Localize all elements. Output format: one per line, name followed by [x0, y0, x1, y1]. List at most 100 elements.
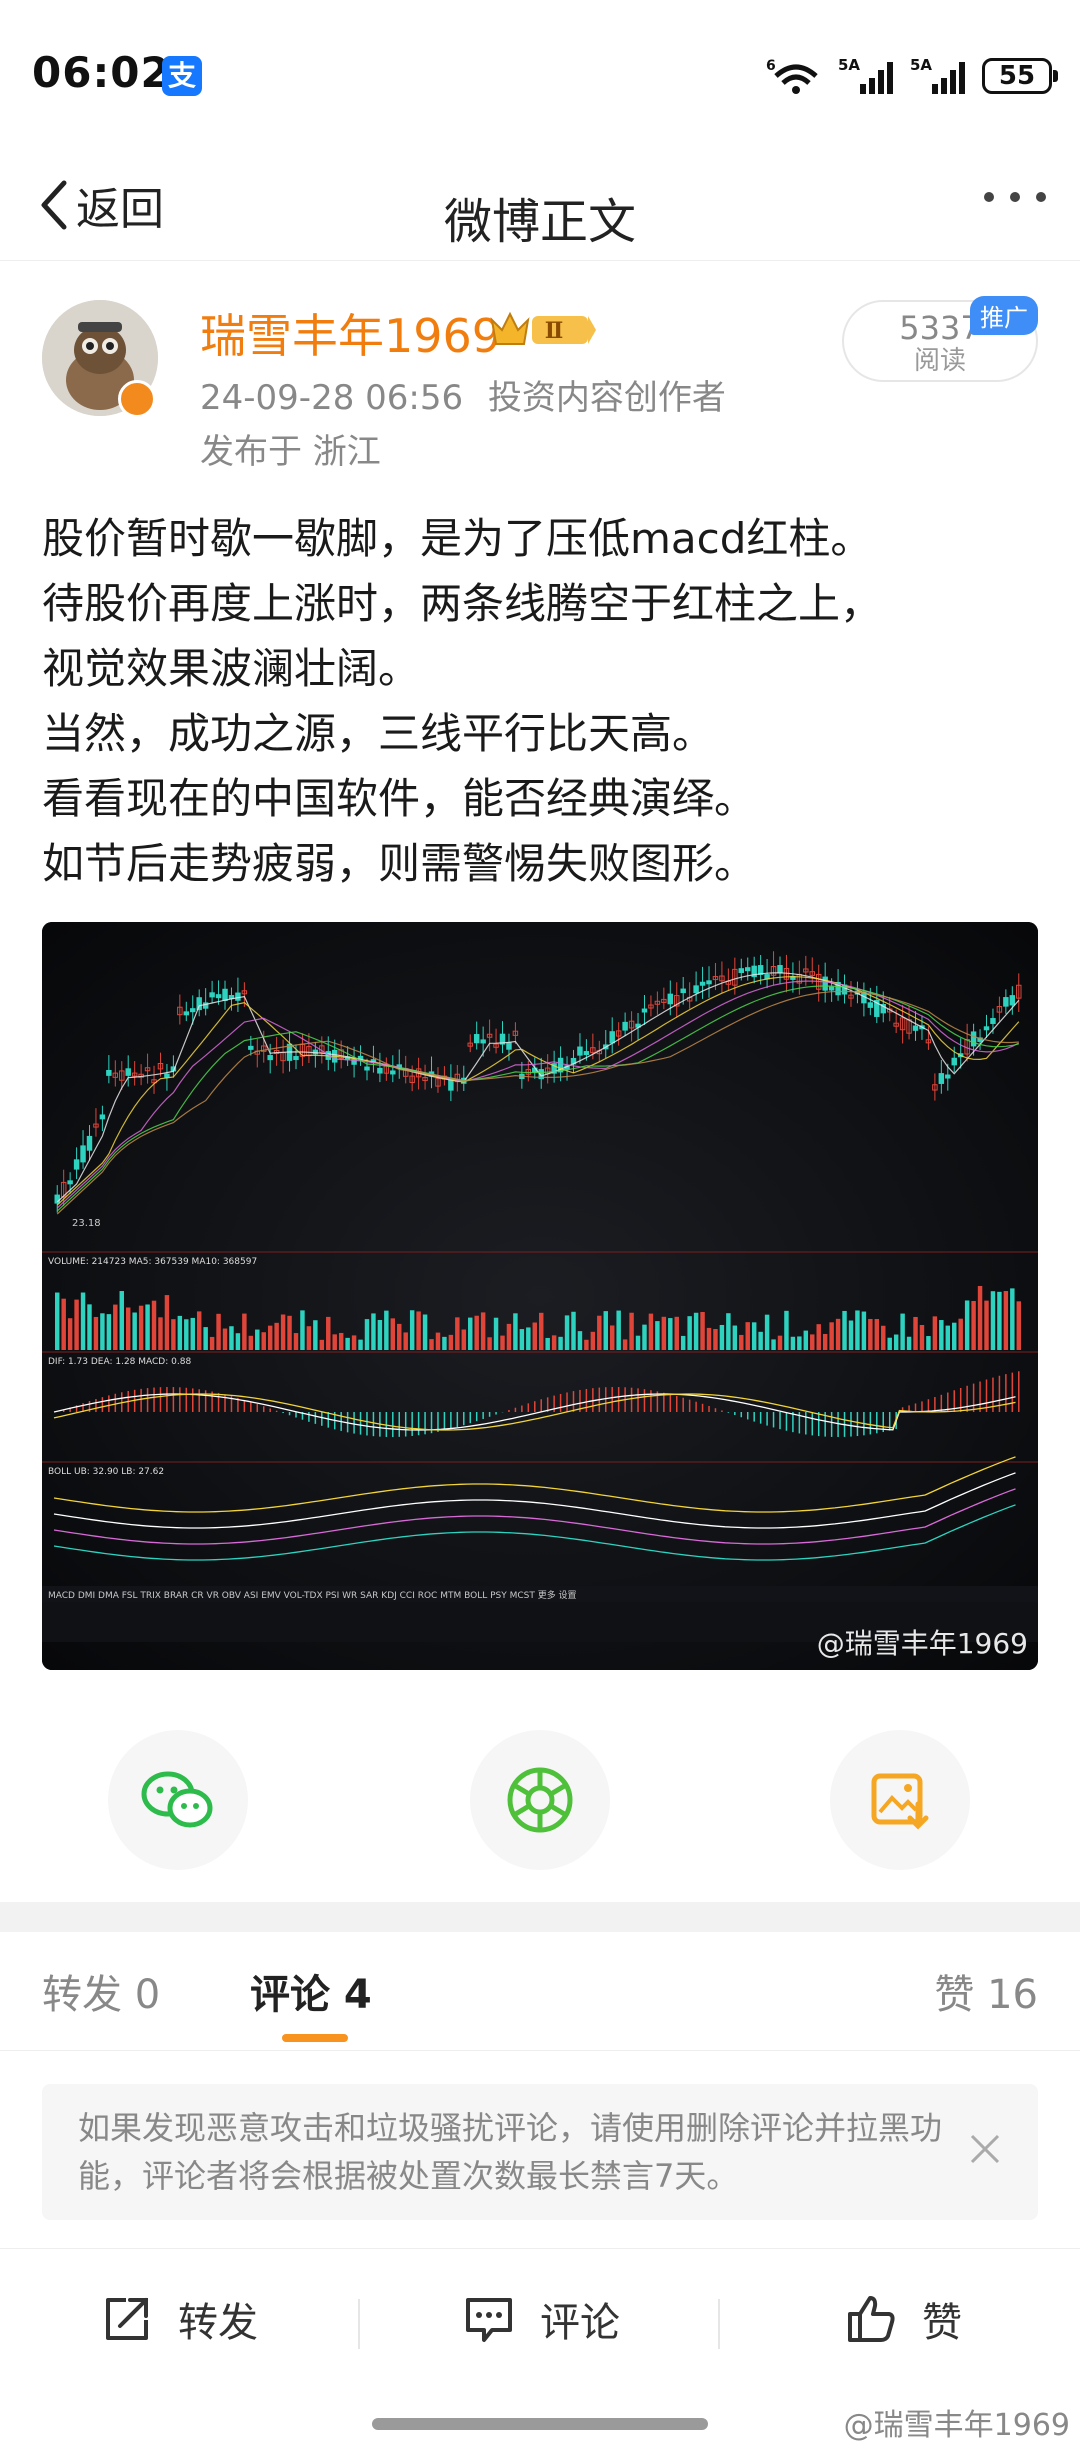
- volume-bar: [732, 1325, 738, 1350]
- candle-body: [680, 988, 686, 994]
- status-icons: 6 5A 5A 55: [766, 52, 1058, 100]
- post-line: 看看现在的中国软件，能否经典演绎。: [42, 774, 757, 823]
- volume-bar: [648, 1313, 654, 1350]
- volume-bar: [687, 1316, 692, 1350]
- volume-bar: [196, 1311, 202, 1350]
- volume-bar: [997, 1291, 1002, 1350]
- volume-bar: [274, 1322, 279, 1350]
- volume-bar: [409, 1310, 415, 1350]
- share-moments-button[interactable]: [470, 1730, 610, 1870]
- status-time: 06:02: [32, 48, 171, 97]
- candle-body: [164, 1073, 170, 1078]
- vip-badge-icon: Ⅱ: [490, 311, 596, 345]
- volume-bar: [771, 1339, 776, 1350]
- volume-bar: [726, 1313, 731, 1350]
- volume-bar: [1016, 1301, 1021, 1350]
- candle-body: [912, 1025, 919, 1031]
- repost-button[interactable]: 转发: [100, 2289, 258, 2349]
- volume-bar: [693, 1312, 699, 1350]
- tab-repost[interactable]: 转发 0: [42, 1962, 160, 2020]
- volume-bar: [216, 1313, 221, 1350]
- more-options-button[interactable]: [984, 192, 1046, 202]
- candle-body: [390, 1070, 396, 1075]
- volume-bar: [255, 1329, 260, 1350]
- candle-body: [209, 992, 215, 998]
- candle-body: [86, 1135, 93, 1151]
- volume-bar: [203, 1327, 208, 1350]
- post-meta: 24-09-28 06:56 投资内容创作者: [200, 370, 726, 419]
- candle-body: [480, 1039, 486, 1044]
- candle-body: [867, 1002, 874, 1008]
- image-watermark: @瑞雪丰年1969: [816, 1627, 1028, 1660]
- volume-bar: [1010, 1288, 1015, 1350]
- username[interactable]: 瑞雪丰年1969: [200, 300, 501, 366]
- volume-bar: [500, 1335, 505, 1350]
- save-image-button[interactable]: [830, 1730, 970, 1870]
- candle-body: [267, 1055, 273, 1061]
- home-indicator[interactable]: [372, 2418, 708, 2430]
- volume-bar: [338, 1332, 344, 1350]
- candle-body: [506, 1042, 512, 1050]
- candle-body: [938, 1073, 945, 1084]
- tab-likes[interactable]: 赞 16: [934, 1962, 1038, 2020]
- svg-text:Ⅱ: Ⅱ: [545, 318, 564, 344]
- candle-body: [699, 981, 706, 986]
- bottom-action-bar: 转发 评论 赞: [0, 2248, 1080, 2399]
- status-bar: 06:02 支 6 5A 5A 55: [0, 0, 1080, 160]
- volume-bar: [577, 1331, 583, 1350]
- page-watermark: @瑞雪丰年1969: [843, 2408, 1070, 2443]
- volume-bar: [461, 1329, 467, 1350]
- volume-bar: [874, 1319, 880, 1350]
- reads-counter: 5337 阅读 推广: [842, 296, 1038, 382]
- volume-bar: [448, 1334, 454, 1350]
- close-icon[interactable]: [966, 2130, 1004, 2168]
- like-button[interactable]: 赞: [844, 2289, 962, 2349]
- candle-body: [990, 1018, 996, 1024]
- candle-body: [1003, 997, 1009, 1007]
- candle-body: [106, 1069, 112, 1076]
- volume-bar: [745, 1322, 750, 1350]
- comment-label: 评论: [540, 2300, 620, 2346]
- candle-body: [828, 986, 835, 991]
- volume-bar: [803, 1330, 809, 1350]
- candle-body: [693, 985, 699, 994]
- volume-bar: [209, 1336, 215, 1350]
- volume-bar: [919, 1325, 925, 1350]
- volume-bar: [506, 1323, 512, 1350]
- volume-bar: [990, 1291, 996, 1350]
- volume-bar: [958, 1318, 963, 1350]
- comment-button[interactable]: 评论: [462, 2289, 620, 2349]
- volume-bar: [584, 1339, 589, 1350]
- candle-body: [983, 1026, 990, 1031]
- candle-body: [248, 1045, 254, 1050]
- volume-bar: [1003, 1291, 1009, 1350]
- tab-comments[interactable]: 评论 4: [250, 1962, 372, 2020]
- candle-body: [196, 997, 202, 1011]
- share-wechat-button[interactable]: [108, 1730, 248, 1870]
- author-tag: 投资内容创作者: [487, 378, 726, 418]
- volume-bar: [532, 1322, 537, 1350]
- volume-bar: [345, 1337, 350, 1350]
- volume-bar: [655, 1321, 660, 1350]
- post-image[interactable]: 23.18 VOLUME: 214723 MA5: 367539 MA10: 3…: [42, 922, 1038, 1670]
- promo-badge[interactable]: 推广: [970, 296, 1038, 335]
- volume-bar: [384, 1310, 389, 1350]
- separator: [718, 2299, 720, 2349]
- back-label: 返回: [76, 184, 164, 235]
- candle-body: [364, 1066, 370, 1071]
- back-button[interactable]: 返回: [36, 170, 164, 240]
- stock-chart-photo: 23.18 VOLUME: 214723 MA5: 367539 MA10: 3…: [42, 922, 1038, 1670]
- volume-bar: [926, 1336, 931, 1350]
- volume-bar: [539, 1312, 544, 1350]
- volume-bar: [706, 1327, 712, 1350]
- volume-bar: [784, 1310, 789, 1350]
- candle-body: [667, 993, 674, 1005]
- volume-bar: [190, 1317, 195, 1350]
- volume-bar: [332, 1334, 337, 1350]
- volume-bar: [61, 1298, 66, 1350]
- volume-bar: [984, 1300, 989, 1350]
- volume-bar: [674, 1316, 679, 1350]
- volume-bar: [900, 1313, 905, 1350]
- indicator-tabs: MACD DMI DMA FSL TRIX BRAR CR VR OBV ASI…: [48, 1589, 577, 1601]
- volume-bar: [474, 1315, 479, 1350]
